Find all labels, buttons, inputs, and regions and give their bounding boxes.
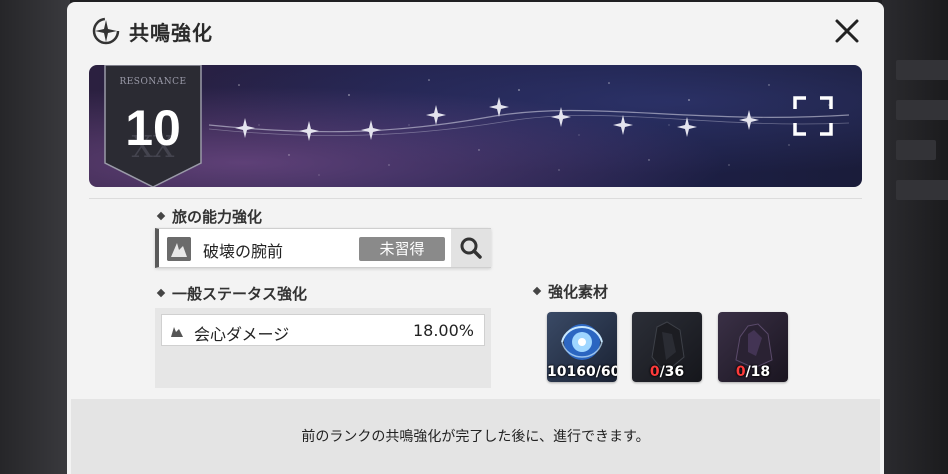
stat-section-heading-text: 一般ステータス強化 (172, 285, 308, 303)
skill-name: 破壊の腕前 (203, 242, 284, 261)
stat-row: 会心ダメージ 18.00% (161, 314, 485, 346)
material-item-2[interactable]: 0/36 (632, 312, 702, 382)
status-badge: 未習得 (359, 237, 445, 261)
skill-section-heading: 旅の能力強化 (156, 206, 263, 227)
material-need: /18 (745, 364, 771, 380)
materials-section-heading: 強化素材 (532, 281, 609, 302)
material-count: 0/18 (718, 364, 788, 380)
dialog-header: 共鳴強化 (67, 2, 884, 62)
skill-section-heading-text: 旅の能力強化 (172, 208, 263, 226)
material-need: /60 (595, 364, 617, 380)
compass-star-icon (92, 17, 120, 45)
materials-section-heading-text: 強化素材 (548, 283, 609, 301)
search-button[interactable] (451, 229, 491, 267)
footer: 前のランクの共鳴強化が完了した後に、進行できます。 (71, 399, 880, 474)
search-icon (460, 237, 482, 259)
divider (89, 198, 862, 199)
background-right (882, 0, 948, 474)
stat-panel: 会心ダメージ 18.00% (155, 308, 491, 388)
expand-corners-icon[interactable] (792, 95, 834, 137)
material-have: 10160 (547, 364, 596, 380)
rank-label: RESONANCE (119, 77, 187, 87)
background-left (0, 0, 70, 474)
material-item-shell-credit[interactable]: 10160/60 (547, 312, 617, 382)
resonance-banner: XX RESONANCE 10 (89, 65, 862, 187)
stat-section-heading: 一般ステータス強化 (156, 283, 308, 304)
dialog-title: 共鳴強化 (129, 21, 213, 45)
stat-name: 会心ダメージ (194, 325, 290, 344)
material-count: 0/36 (632, 364, 702, 380)
material-have: 0 (649, 364, 660, 380)
material-item-3[interactable]: 0/18 (718, 312, 788, 382)
close-icon[interactable] (832, 16, 862, 46)
material-need: /36 (659, 364, 685, 380)
skill-row[interactable]: 破壊の腕前 未習得 (155, 228, 491, 268)
material-count: 10160/60 (547, 364, 617, 380)
rank-value: 10 (125, 100, 181, 156)
stat-value: 18.00% (412, 321, 474, 340)
skill-icon (167, 237, 191, 261)
material-have: 0 (735, 364, 746, 380)
crit-damage-icon (171, 327, 183, 337)
constellation-graphic (208, 79, 850, 176)
resonance-dialog: 共鳴強化 XX RESONANCE 10 旅の能力強化 破壊の腕前 未習得 一般… (67, 2, 884, 474)
footer-message: 前のランクの共鳴強化が完了した後に、進行できます。 (301, 429, 650, 445)
